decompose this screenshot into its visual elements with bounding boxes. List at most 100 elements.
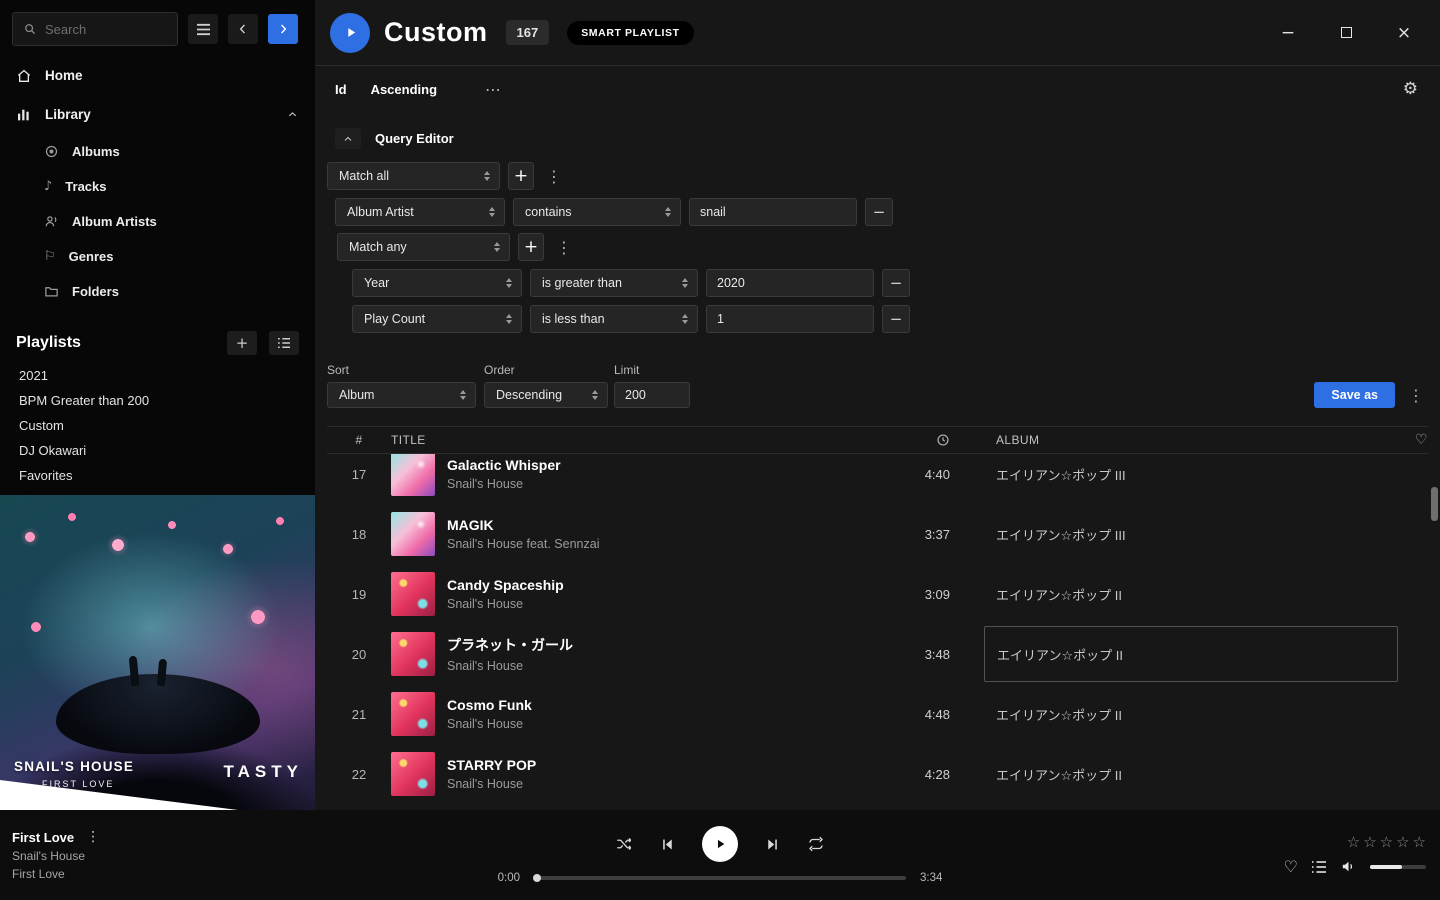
sort-direction-button[interactable]: Ascending — [371, 82, 437, 97]
chevron-up-icon — [342, 133, 354, 145]
flag-icon: ⚐ — [44, 249, 56, 264]
column-duration[interactable] — [880, 433, 950, 447]
limit-input[interactable] — [614, 382, 690, 408]
window-maximize-button[interactable] — [1332, 19, 1360, 47]
rule-field-select[interactable]: Year — [352, 269, 522, 297]
match-any-select[interactable]: Match any — [337, 233, 510, 261]
settings-gear-button[interactable]: ⚙ — [1403, 79, 1418, 99]
sidebar-item-album-artists[interactable]: Album Artists — [0, 204, 315, 239]
rule-operator-select[interactable]: is greater than — [530, 269, 698, 297]
order-select[interactable]: Descending — [484, 382, 608, 408]
rule-value-input[interactable] — [689, 198, 857, 226]
playlist-item[interactable]: Custom — [0, 413, 315, 438]
sidebar-topbar — [0, 0, 315, 56]
rating-stars[interactable]: ☆ ☆ ☆ ☆ ☆ — [1347, 835, 1426, 850]
sort-select[interactable]: Album — [327, 382, 476, 408]
favorite-button heart-icon[interactable]: ♡ — [1284, 859, 1298, 875]
track-menu-button[interactable]: ⋮ — [86, 829, 100, 845]
track-title: MAGIK — [447, 517, 880, 533]
cover-artist-text: SNAIL'S HOUSE — [14, 759, 134, 774]
column-favorite heart-icon[interactable]: ♡ — [1398, 432, 1428, 448]
shuffle-button[interactable] — [615, 835, 633, 853]
queue-button[interactable] — [1311, 860, 1327, 874]
add-rule-button[interactable]: + — [508, 162, 534, 190]
playlist-item[interactable]: Favorites — [0, 463, 315, 488]
column-album[interactable]: ALBUM — [984, 433, 1398, 447]
remove-rule-button[interactable]: − — [865, 198, 893, 226]
column-number[interactable]: # — [327, 433, 391, 447]
cover-wedge-shape — [0, 780, 238, 810]
rule-field-select[interactable]: Play Count — [352, 305, 522, 333]
rule-field-select[interactable]: Album Artist — [335, 198, 505, 226]
rule-value-input[interactable] — [706, 305, 874, 333]
seek-handle[interactable] — [533, 874, 541, 882]
table-row[interactable]: 17 Galactic Whisper Snail's House 4:40 エ… — [327, 454, 1428, 504]
collapse-query-editor-button[interactable] — [335, 128, 361, 149]
track-album-cell-selected[interactable]: エイリアン☆ポップ II — [984, 626, 1398, 682]
sidebar-item-home[interactable]: Home — [0, 56, 315, 95]
cover-rock-shape — [56, 674, 260, 754]
save-menu-button[interactable]: ⋮ — [1404, 386, 1428, 405]
sort-field-button[interactable]: Id — [335, 82, 347, 97]
add-group-rule-button[interactable]: + — [518, 233, 544, 261]
query-editor: Query Editor Match all + ⋮ Album Artist … — [315, 128, 1440, 333]
back-button[interactable] — [228, 14, 258, 44]
track-title: Cosmo Funk — [447, 697, 880, 713]
star-icon[interactable]: ☆ — [1347, 835, 1360, 850]
rule-menu-button[interactable]: ⋮ — [542, 167, 566, 186]
table-row[interactable]: 18 MAGIK Snail's House feat. Sennzai 3:3… — [327, 504, 1428, 564]
window-minimize-button[interactable]: − — [1274, 19, 1302, 47]
rule-operator-select[interactable]: contains — [513, 198, 681, 226]
play-pause-button[interactable] — [702, 826, 738, 862]
seek-bar[interactable] — [534, 876, 906, 880]
scrollbar-thumb[interactable] — [1431, 487, 1438, 521]
track-album-cell[interactable]: エイリアン☆ポップ II — [984, 566, 1398, 622]
forward-button[interactable] — [268, 14, 298, 44]
save-as-button[interactable]: Save as — [1314, 382, 1395, 408]
folder-icon — [44, 284, 59, 299]
track-album-cell[interactable]: エイリアン☆ポップ III — [984, 506, 1398, 562]
star-icon[interactable]: ☆ — [1396, 835, 1409, 850]
table-row[interactable]: 19 Candy Spaceship Snail's House 3:09 エイ… — [327, 564, 1428, 624]
sidebar-item-genres[interactable]: ⚐ Genres — [0, 239, 315, 274]
more-options-button[interactable]: ⋯ — [485, 80, 503, 99]
remove-rule-button[interactable]: − — [882, 269, 910, 297]
rule-value-input[interactable] — [706, 269, 874, 297]
track-number: 18 — [327, 527, 391, 542]
previous-button[interactable] — [659, 836, 676, 853]
menu-button[interactable] — [188, 14, 218, 44]
table-row[interactable]: 22 STARRY POP Snail's House 4:28 エイリアン☆ポ… — [327, 744, 1428, 804]
next-button[interactable] — [764, 836, 781, 853]
table-row[interactable]: 20 プラネット・ガール Snail's House 3:48 エイリアン☆ポッ… — [327, 624, 1428, 684]
match-all-select[interactable]: Match all — [327, 162, 500, 190]
sidebar-item-tracks[interactable]: ♪ Tracks — [0, 169, 315, 204]
select-arrows-icon — [592, 390, 598, 400]
sidebar-item-library[interactable]: Library — [0, 95, 315, 134]
star-icon[interactable]: ☆ — [1380, 835, 1393, 850]
star-icon[interactable]: ☆ — [1363, 835, 1376, 850]
rule-operator-select[interactable]: is less than — [530, 305, 698, 333]
track-album-cell[interactable]: エイリアン☆ポップ II — [984, 746, 1398, 802]
column-title[interactable]: TITLE — [391, 433, 880, 447]
window-close-button[interactable]: × — [1390, 19, 1418, 47]
group-menu-button[interactable]: ⋮ — [552, 238, 576, 257]
volume-slider[interactable] — [1370, 865, 1426, 869]
playlist-item[interactable]: BPM Greater than 200 — [0, 388, 315, 413]
search-box[interactable] — [12, 12, 178, 46]
add-playlist-button[interactable]: + — [227, 331, 257, 355]
track-number: 22 — [327, 767, 391, 782]
remove-rule-button[interactable]: − — [882, 305, 910, 333]
playlist-options-button[interactable] — [269, 331, 299, 355]
play-playlist-button[interactable] — [330, 13, 370, 53]
search-input[interactable] — [45, 22, 167, 37]
repeat-button[interactable] — [807, 835, 825, 853]
track-album-cell[interactable]: エイリアン☆ポップ III — [984, 454, 1398, 502]
table-row[interactable]: 21 Cosmo Funk Snail's House 4:48 エイリアン☆ポ… — [327, 684, 1428, 744]
track-album-cell[interactable]: エイリアン☆ポップ II — [984, 686, 1398, 742]
volume-button[interactable] — [1340, 858, 1357, 875]
playlist-item[interactable]: DJ Okawari — [0, 438, 315, 463]
playlist-item[interactable]: 2021 — [0, 363, 315, 388]
sidebar-item-albums[interactable]: Albums — [0, 134, 315, 169]
sidebar-item-folders[interactable]: Folders — [0, 274, 315, 309]
star-icon[interactable]: ☆ — [1413, 835, 1426, 850]
